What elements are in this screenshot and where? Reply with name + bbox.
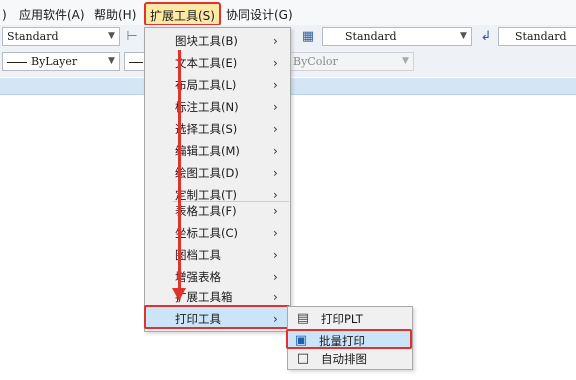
extension-tools-dropdown: 图块工具(B) › 文本工具(E) › 布局工具(L) › 标注工具(N) › 选择工具… (144, 27, 291, 332)
menu-item-draw-tools[interactable]: 绘图工具(D) › (145, 162, 290, 184)
color-combo: ByColor ▼ (288, 52, 414, 71)
menu-item-label: 选择工具(S) (175, 122, 238, 136)
menu-item-label: 编辑工具(M) (175, 144, 240, 158)
menu-extension-tools[interactable]: 扩展工具(S) (144, 2, 221, 26)
menu-item-block-tools[interactable]: 图块工具(B) › (145, 30, 290, 52)
chevron-right-icon: › (273, 270, 278, 284)
chevron-down-icon: ▼ (402, 56, 409, 66)
chevron-right-icon: › (273, 248, 278, 262)
line-sample (129, 61, 143, 63)
submenu-item-print-plt[interactable]: ▤ 打印PLT (288, 309, 412, 329)
menu-item-archive-tools[interactable]: 图档工具 › (145, 244, 290, 266)
menu-item-label: 绘图工具(D) (175, 166, 239, 180)
menu-item-label: 布局工具(L) (175, 78, 237, 92)
menu-item-table-tools[interactable]: 表格工具(F) › (145, 200, 290, 222)
table-style-combo[interactable]: Standard ▼ (322, 27, 472, 46)
menu-item-label: 增强表格 (175, 270, 221, 284)
submenu-item-batch-print[interactable]: ▣ 批量打印 (286, 329, 412, 349)
multileader-style-value: Standard (515, 30, 567, 43)
chevron-right-icon: › (273, 204, 278, 218)
chevron-right-icon: › (273, 226, 278, 240)
menu-item-label: 图档工具 (175, 248, 221, 262)
menu-item-label: 文本工具(E) (175, 56, 238, 70)
chevron-right-icon: › (273, 34, 278, 48)
menu-item-label: 表格工具(F) (175, 204, 237, 218)
guide-arrow-head (172, 288, 186, 301)
chevron-down-icon: ▼ (108, 31, 115, 41)
batch-print-icon: ▣ (294, 333, 308, 348)
chevron-down-icon: ▼ (460, 31, 467, 41)
menu-item-coordinate-tools[interactable]: 坐标工具(C) › (145, 222, 290, 244)
menu-item-label: 打印工具 (175, 312, 221, 326)
menu-item-select-tools[interactable]: 选择工具(S) › (145, 118, 290, 140)
menu-item-edit-tools[interactable]: 编辑工具(M) › (145, 140, 290, 162)
multileader-style-icon[interactable]: ↲ (478, 29, 494, 45)
menu-item-label: 坐标工具(C) (175, 226, 239, 240)
chevron-right-icon: › (273, 166, 278, 180)
menu-item-layout-tools[interactable]: 布局工具(L) › (145, 74, 290, 96)
line-sample (7, 61, 27, 63)
chevron-right-icon: › (273, 56, 278, 70)
auto-layout-icon: □ (296, 351, 310, 366)
chevron-right-icon: › (273, 144, 278, 158)
chevron-down-icon: ▼ (108, 56, 115, 66)
dim-style-icon[interactable]: ⊢ (124, 29, 140, 45)
table-style-value: Standard (345, 30, 397, 43)
submenu-item-auto-layout[interactable]: □ 自动排图 (288, 349, 412, 369)
submenu-item-label: 批量打印 (319, 334, 365, 348)
text-style-value: Standard (7, 30, 59, 43)
guide-arrow-shaft (178, 50, 181, 292)
chevron-right-icon: › (273, 78, 278, 92)
chevron-right-icon: › (273, 100, 278, 114)
linetype-combo[interactable] (124, 52, 146, 71)
chevron-right-icon: › (273, 122, 278, 136)
menu-item-label: 标注工具(N) (175, 100, 239, 114)
menu-item-print-tools[interactable]: 打印工具 › (144, 305, 290, 329)
menu-item-dimension-tools[interactable]: 标注工具(N) › (145, 96, 290, 118)
menu-item-text-tools[interactable]: 文本工具(E) › (145, 52, 290, 74)
submenu-item-label: 自动排图 (321, 352, 367, 366)
color-value: ByColor (293, 55, 338, 68)
layer-value: ByLayer (31, 55, 78, 68)
submenu-item-label: 打印PLT (321, 312, 363, 326)
text-style-combo[interactable]: Standard ▼ (2, 27, 120, 46)
layer-combo[interactable]: ByLayer ▼ (2, 52, 120, 71)
print-tools-submenu: ▤ 打印PLT ▣ 批量打印 □ 自动排图 (286, 306, 413, 370)
multileader-style-combo[interactable]: Standard (498, 27, 576, 46)
chevron-right-icon: › (273, 312, 278, 326)
menu-item-enhanced-table[interactable]: 增强表格 › (145, 266, 290, 288)
table-style-icon[interactable]: ▦ (300, 29, 316, 45)
printer-icon: ▤ (296, 311, 310, 326)
menu-item-label: 图块工具(B) (175, 34, 238, 48)
